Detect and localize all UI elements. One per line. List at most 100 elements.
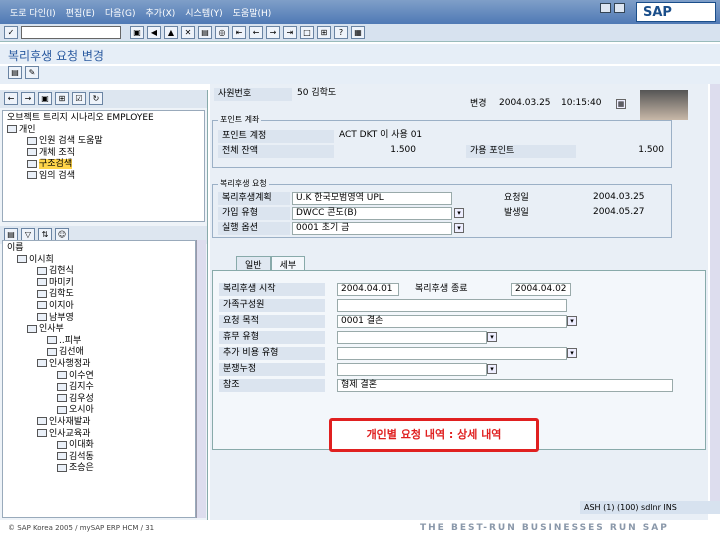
tree-node[interactable]: 인원 검색 도움말	[7, 136, 200, 148]
tree-node[interactable]: 김학도	[7, 289, 191, 301]
menu-item[interactable]: 편집(E)	[66, 6, 95, 19]
minimize-button[interactable]	[600, 3, 611, 13]
menu-item[interactable]: 추가(X)	[146, 6, 176, 19]
menu-item[interactable]: 시스템(Y)	[185, 6, 222, 19]
prev-page-icon[interactable]: ←	[249, 26, 263, 39]
tree-node[interactable]: 이수연	[7, 371, 191, 383]
tree-node[interactable]: 마미키	[7, 278, 191, 290]
folder-icon	[27, 324, 37, 333]
leave-type-label: 휴무 유형	[219, 331, 325, 344]
tree-node[interactable]: 이시희	[7, 255, 191, 267]
calendar-icon[interactable]: ▦	[616, 99, 626, 109]
start-date-field[interactable]: 2004.04.01	[337, 283, 399, 296]
command-field[interactable]	[21, 26, 121, 39]
tree-node[interactable]: 인사재발과	[7, 417, 191, 429]
tree-node[interactable]: 오시아	[7, 405, 191, 417]
dispute-field[interactable]	[337, 363, 487, 376]
tree-node[interactable]: 김선애	[7, 347, 191, 359]
folder-icon	[37, 429, 47, 437]
next-page-icon[interactable]: →	[266, 26, 280, 39]
help-icon[interactable]: ?	[334, 26, 348, 39]
last-page-icon[interactable]: ⇥	[283, 26, 297, 39]
print-icon[interactable]: ▤	[198, 26, 212, 39]
display-icon[interactable]: ▤	[8, 66, 22, 79]
collapse-icon[interactable]: ▣	[38, 92, 52, 105]
back-arrow-icon[interactable]: ←	[4, 92, 18, 105]
cancel-icon[interactable]: ✕	[181, 26, 195, 39]
tree-node[interactable]: 임의 검색	[7, 171, 200, 183]
folder-icon	[37, 301, 47, 310]
tree-node[interactable]: ..피부	[7, 336, 191, 348]
start-label: 복리후생 시작	[219, 283, 325, 296]
tree-node-label: 마미키	[49, 277, 74, 288]
reason-dropdown-icon[interactable]: ▾	[567, 316, 577, 326]
tree-node[interactable]: 이지아	[7, 301, 191, 313]
tree-node-label: 조승은	[69, 463, 94, 474]
expand-icon[interactable]: ⊞	[55, 92, 69, 105]
save-icon[interactable]: ▣	[130, 26, 144, 39]
tree-node[interactable]: 이대화	[7, 440, 191, 452]
menu-item[interactable]: 도움말(H)	[233, 6, 272, 19]
refresh-icon[interactable]: ↻	[89, 92, 103, 105]
shortcut-icon[interactable]: ⊞	[317, 26, 331, 39]
folder-icon	[17, 255, 27, 264]
leave-type-field[interactable]	[337, 331, 487, 344]
tree-node-label: 개인	[19, 124, 36, 135]
request-date-label: 요청일	[504, 193, 529, 203]
tree-node[interactable]: 김우성	[7, 394, 191, 406]
type-field[interactable]: 0001 초기 금	[292, 222, 452, 235]
tree-node[interactable]: 구조검색	[7, 159, 200, 171]
folder-icon	[37, 359, 47, 368]
cost-type-field[interactable]	[337, 347, 567, 360]
tree-node[interactable]: 개체 조직	[7, 148, 200, 160]
plan-field[interactable]: U.K 한국모범영역 UPL	[292, 192, 452, 205]
tree-node[interactable]: 김석동	[7, 452, 191, 464]
menu-item[interactable]: 도로 다인(I)	[10, 6, 56, 19]
maximize-button[interactable]	[614, 3, 625, 13]
new-session-icon[interactable]: □	[300, 26, 314, 39]
reason-field[interactable]: 0001 결손	[337, 315, 567, 328]
tree-scrollbar[interactable]	[196, 240, 206, 518]
menu-item[interactable]: 다음(G)	[105, 6, 136, 19]
leave-dropdown-icon[interactable]: ▾	[487, 332, 497, 342]
tree-node[interactable]: 인사부	[7, 324, 191, 336]
main-scrollbar[interactable]	[710, 84, 720, 504]
cost-dropdown-icon[interactable]: ▾	[567, 348, 577, 358]
enter-icon[interactable]: ✓	[4, 26, 18, 39]
folder-icon	[37, 266, 47, 275]
change-icon[interactable]: ✎	[25, 66, 39, 79]
tree-node[interactable]: 남부영	[7, 313, 191, 325]
point-account-label: 포인트 계정	[218, 130, 334, 143]
layout-icon[interactable]: ▦	[351, 26, 365, 39]
end-date-field[interactable]: 2004.04.02	[511, 283, 571, 296]
tree-node-label: 김우성	[69, 393, 94, 404]
annotation-callout: 개인별 요청 내역 : 상세 내역	[329, 418, 539, 452]
first-page-icon[interactable]: ⇤	[232, 26, 246, 39]
request-date-value: 2004.03.25	[590, 192, 662, 205]
find-icon[interactable]: ◎	[215, 26, 229, 39]
footer-slogan: THE BEST-RUN BUSINESSES RUN SAP	[420, 523, 669, 533]
result-tree: 이름 이시희 김현식 마미키 김학도 이지아 남부영 인사부 ..피부 김선애 인사행정과 이수연 김…	[2, 240, 196, 518]
tree-node[interactable]: 인사교육과	[7, 429, 191, 441]
tree-node[interactable]: 김현식	[7, 266, 191, 278]
family-field[interactable]	[337, 299, 567, 312]
tree-toolbar: ← → ▣ ⊞ ☑ ↻	[0, 90, 207, 108]
exit-icon[interactable]: ▲	[164, 26, 178, 39]
type-dropdown-icon[interactable]: ▾	[454, 223, 464, 233]
dispute-dropdown-icon[interactable]: ▾	[487, 364, 497, 374]
family-label: 가족구성원	[219, 299, 325, 312]
change-time: 10:15:40	[558, 98, 614, 111]
tree-node[interactable]: 인사행정과	[7, 359, 191, 371]
option-field[interactable]: DWCC 콘도(B)	[292, 207, 452, 220]
back-icon[interactable]: ◀	[147, 26, 161, 39]
reference-field[interactable]: 형제 결혼	[337, 379, 673, 392]
option-dropdown-icon[interactable]: ▾	[454, 208, 464, 218]
select-icon[interactable]: ☑	[72, 92, 86, 105]
forward-arrow-icon[interactable]: →	[21, 92, 35, 105]
tree-node-label: 김선애	[59, 347, 84, 358]
tree-node[interactable]: 김지수	[7, 382, 191, 394]
tree-node[interactable]: 조승은	[7, 463, 191, 475]
tree-node[interactable]: 개인	[7, 125, 200, 137]
tree-node-label: 김석동	[69, 451, 94, 462]
tree-node-label: 개체 조직	[39, 147, 75, 158]
